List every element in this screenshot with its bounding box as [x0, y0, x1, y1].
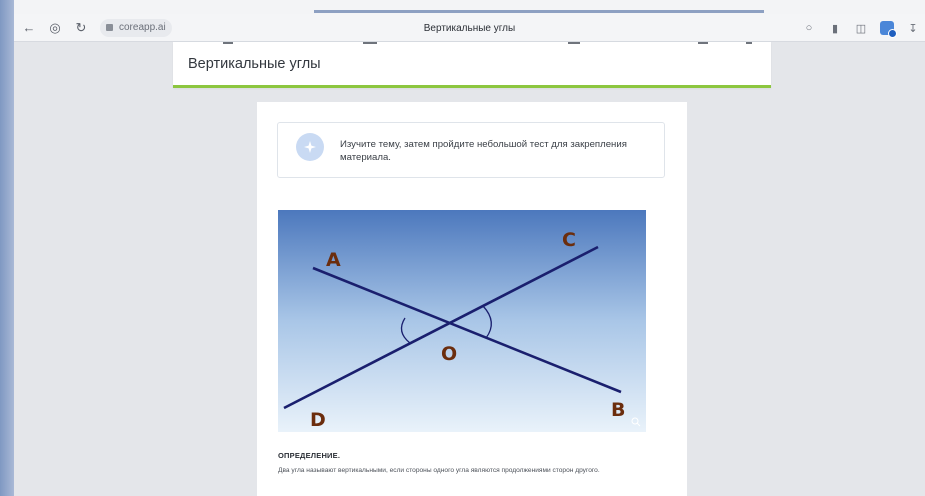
chat-icon[interactable]: ○	[801, 20, 817, 36]
definition-text: Два угла называют вертикальными, если ст…	[278, 467, 600, 474]
scrolled-content-fragment	[223, 42, 753, 45]
definition-title: ОПРЕДЕЛЕНИЕ.	[278, 451, 341, 460]
sparkle-icon	[296, 133, 324, 161]
history-icon[interactable]: ◎	[44, 17, 66, 39]
screen-bezel	[0, 0, 14, 496]
diagram-background	[278, 210, 646, 432]
address-bar[interactable]: coreapp.ai	[100, 18, 172, 37]
info-callout-text: Изучите тему, затем пройдите небольшой т…	[340, 139, 627, 163]
browser-toolbar: ← ◎ ↻ coreapp.ai Вертикальные углы ○ ▮ ◫…	[14, 14, 925, 42]
vertical-angles-diagram: A C O D B	[278, 210, 646, 432]
label-d: D	[310, 409, 326, 431]
extensions-icon[interactable]: ◫	[853, 20, 869, 36]
label-b: B	[611, 399, 625, 421]
active-tab-indicator	[314, 10, 764, 13]
address-bar-url: coreapp.ai	[119, 22, 166, 33]
label-c: C	[562, 229, 576, 251]
label-a: A	[326, 249, 341, 271]
page-title: Вертикальные углы	[188, 56, 321, 72]
screen-top-edge	[14, 0, 925, 14]
reload-icon[interactable]: ↻	[70, 17, 92, 39]
back-arrow-icon[interactable]: ←	[18, 17, 40, 39]
lesson-content: Изучите тему, затем пройдите небольшой т…	[257, 102, 687, 496]
toolbar-actions: ○ ▮ ◫ ↧	[801, 14, 925, 42]
download-icon[interactable]: ↧	[905, 20, 921, 36]
lock-icon	[106, 24, 113, 31]
profile-extension-icon[interactable]	[879, 20, 897, 38]
bookmark-icon[interactable]: ▮	[827, 20, 843, 36]
label-o: O	[441, 343, 457, 365]
info-callout: Изучите тему, затем пройдите небольшой т…	[277, 122, 665, 178]
lesson-header: Вертикальные углы	[173, 42, 771, 88]
